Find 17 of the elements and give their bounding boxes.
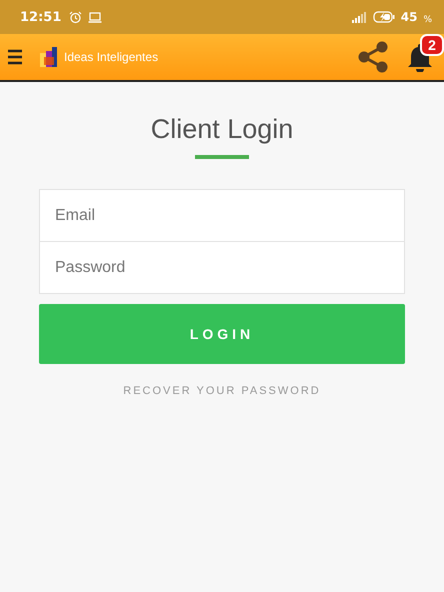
- login-button[interactable]: LOGIN: [39, 304, 405, 364]
- notification-button[interactable]: 2: [406, 34, 444, 72]
- input-field[interactable]: Password: [39, 242, 405, 294]
- menu-icon[interactable]: [6, 47, 24, 67]
- percent-sign: %: [423, 15, 432, 25]
- app-title: Ideas Inteligentes: [64, 50, 158, 64]
- battery-level: 45: [400, 10, 418, 24]
- notification-badge: 2: [420, 34, 444, 56]
- alarm-clock-icon: [69, 10, 82, 24]
- battery-charging-icon: [372, 11, 395, 23]
- recover-password-link[interactable]: RECOVER YOUR PASSWORD: [117, 384, 327, 398]
- share-icon[interactable]: [356, 40, 390, 74]
- page-title: Client Login: [150, 114, 294, 145]
- laptop-icon: [88, 12, 102, 22]
- clock-time: 12:51: [20, 10, 62, 24]
- input-field[interactable]: Email: [39, 189, 405, 242]
- signal-icon: [350, 12, 367, 22]
